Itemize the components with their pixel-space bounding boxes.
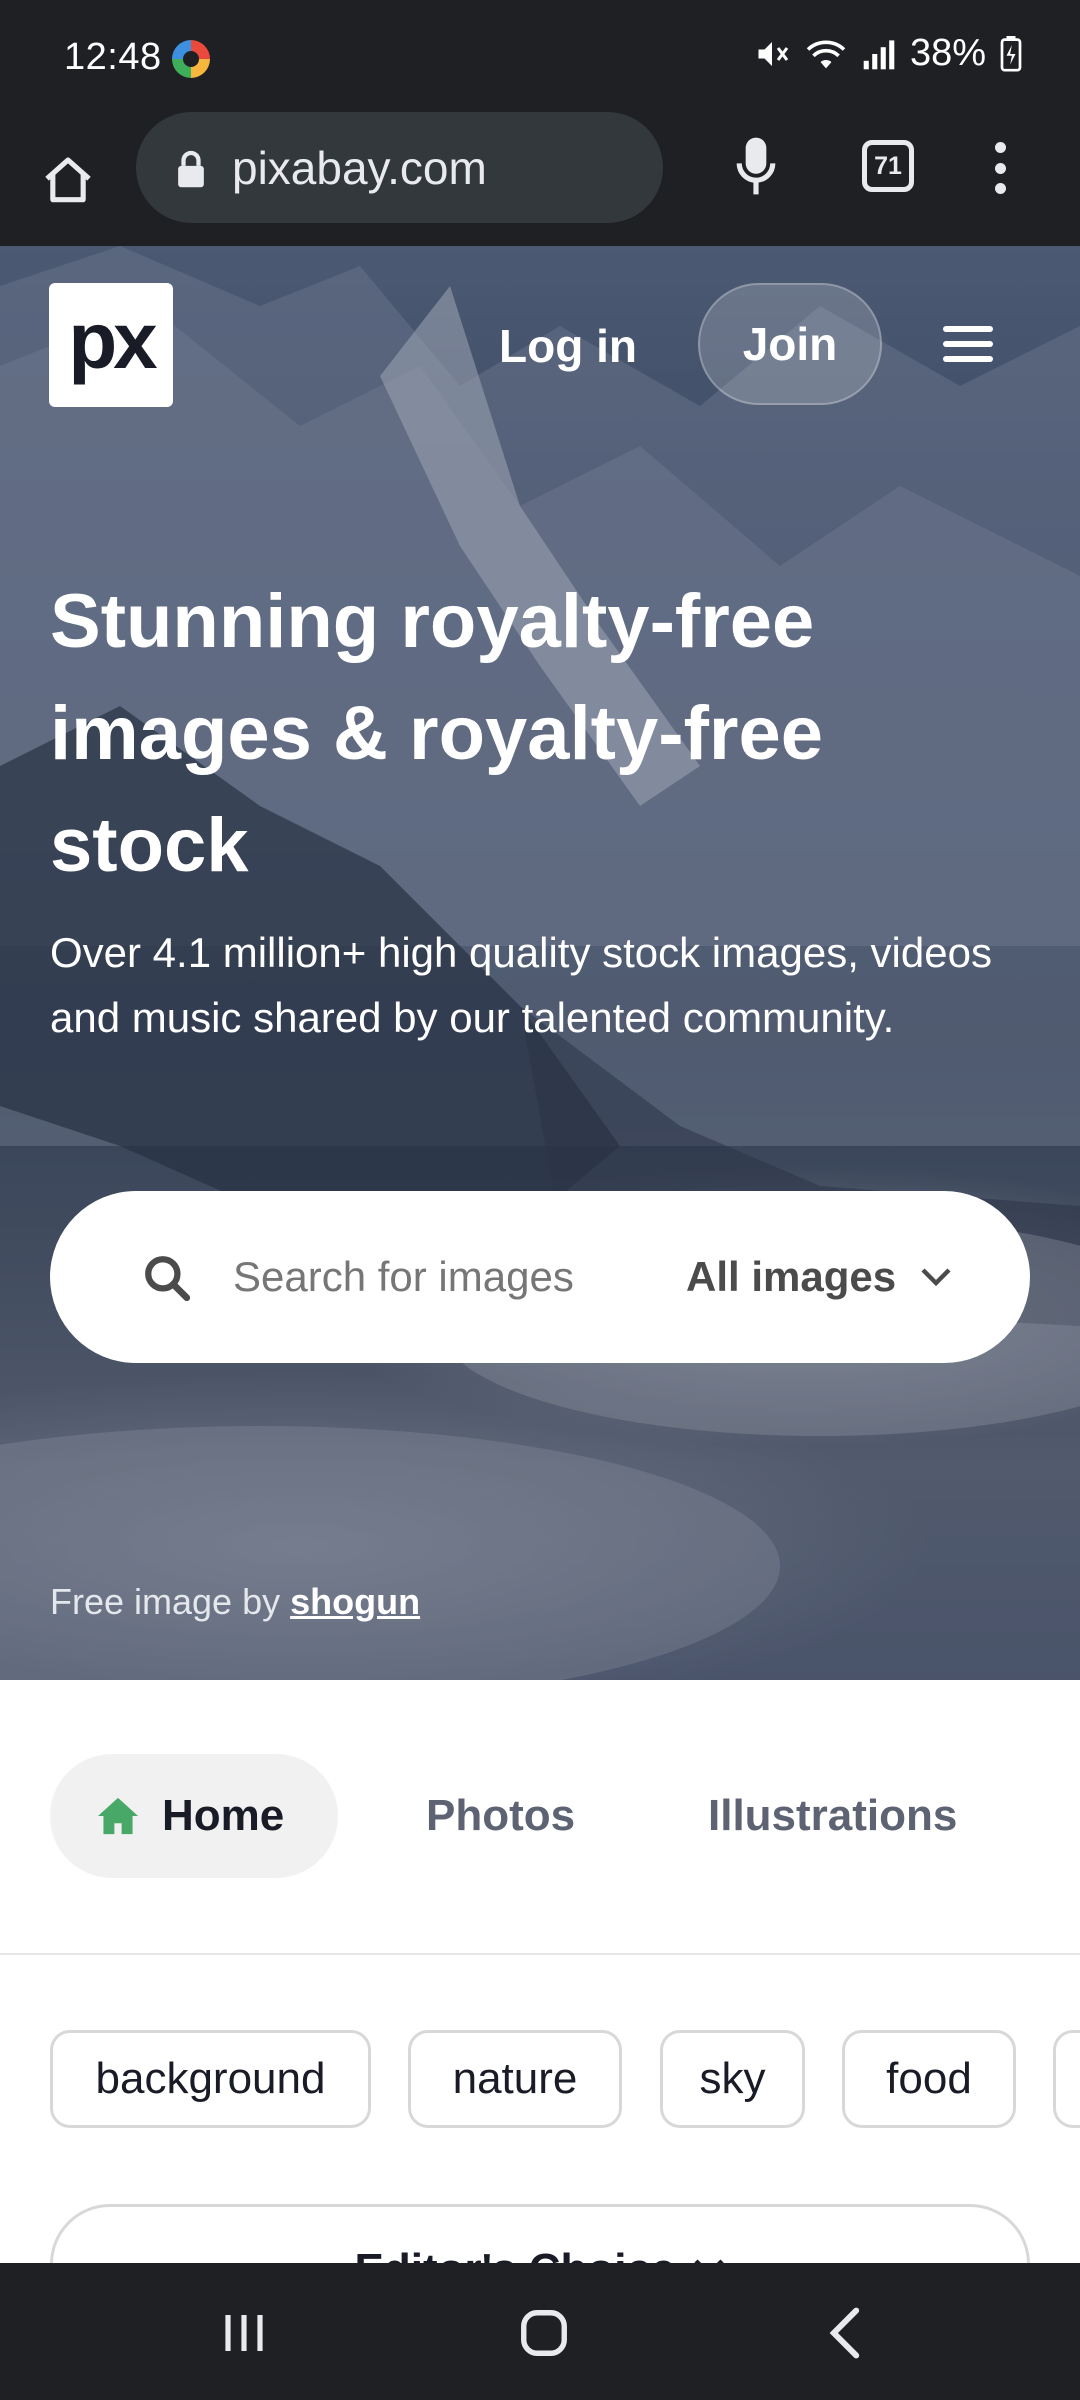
wifi-icon <box>806 40 846 68</box>
signal-icon <box>863 39 895 69</box>
status-icons: 38% <box>754 32 1022 75</box>
tab-photos-label: Photos <box>426 1791 576 1840</box>
home-circle-icon <box>521 2310 567 2356</box>
login-link[interactable]: Log in <box>499 319 637 373</box>
tag-label: food <box>886 2054 972 2103</box>
back-icon <box>829 2307 860 2359</box>
tag-label: background <box>95 2054 326 2103</box>
editors-choice-label: Editor's Choice <box>355 2245 676 2263</box>
mic-icon <box>736 137 776 195</box>
menu-icon[interactable] <box>943 326 993 362</box>
voice-search-button[interactable] <box>728 126 784 206</box>
tab-home-label: Home <box>162 1791 285 1840</box>
pixabay-logo[interactable]: px <box>49 283 173 407</box>
logo-text: px <box>68 296 157 385</box>
hero-subtitle: Over 4.1 million+ high quality stock ima… <box>50 929 992 1041</box>
app-notification-icon <box>172 40 210 78</box>
tab-illustrations[interactable]: Illustrations <box>708 1754 957 1878</box>
status-time: 12:48 <box>64 36 162 78</box>
recent-apps-icon <box>225 2315 263 2351</box>
image-credit: Free image by shogun <box>50 1581 420 1623</box>
editors-choice-dropdown[interactable]: Editor's Choice <box>50 2204 1030 2263</box>
search-bar: All images <box>50 1191 1030 1363</box>
browser-home-button[interactable] <box>36 136 100 226</box>
system-navigation-bar <box>0 2263 1080 2400</box>
hero-section: px Log in Join Stunning royalty-free ima… <box>0 246 1080 1680</box>
tag-food[interactable]: food <box>842 2030 1016 2128</box>
home-icon <box>98 1797 138 1835</box>
address-bar[interactable]: pixabay.com <box>136 112 663 223</box>
mute-icon <box>758 41 789 66</box>
tag-nature[interactable]: nature <box>408 2030 622 2128</box>
chevron-down-icon <box>921 1268 951 1287</box>
credit-author-link[interactable]: shogun <box>290 1581 420 1622</box>
credit-prefix: Free image by <box>50 1581 291 1622</box>
recent-apps-button[interactable] <box>214 2303 274 2363</box>
join-button-label: Join <box>742 318 838 370</box>
home-icon <box>45 157 91 203</box>
status-bar: 12:48 38% <box>0 0 1080 112</box>
back-button[interactable] <box>820 2303 870 2363</box>
category-tabs: Home Photos Illustrations <box>0 1680 1080 1955</box>
more-vert-icon[interactable] <box>980 136 1020 200</box>
popular-tags: background nature sky food Editor's Choi… <box>0 1957 1080 2263</box>
hero-title: Stunning royalty-free images & royalty-f… <box>50 579 823 888</box>
tag-background[interactable]: background <box>50 2030 371 2128</box>
system-home-button[interactable] <box>512 2303 576 2363</box>
lock-icon <box>178 150 204 187</box>
tabs-button[interactable]: 71 <box>862 140 914 192</box>
search-icon[interactable] <box>142 1253 192 1303</box>
tab-home[interactable]: Home <box>50 1754 338 1878</box>
search-input[interactable] <box>233 1241 653 1313</box>
join-button[interactable]: Join <box>698 283 882 405</box>
browser-toolbar: pixabay.com 71 <box>0 112 1080 246</box>
battery-percent: 38% <box>909 32 986 74</box>
tag-sky[interactable]: sky <box>660 2030 805 2128</box>
battery-icon <box>1000 35 1022 72</box>
tab-count: 71 <box>874 151 902 180</box>
tab-illustrations-label: Illustrations <box>708 1791 958 1840</box>
tab-photos[interactable]: Photos <box>426 1754 575 1878</box>
search-type-dropdown[interactable]: All images <box>686 1241 952 1313</box>
search-type-label: All images <box>686 1253 897 1300</box>
tag-label: nature <box>452 2054 578 2103</box>
url-text: pixabay.com <box>232 141 487 194</box>
tag-partial[interactable] <box>1053 2030 1080 2128</box>
tag-label: sky <box>699 2054 766 2103</box>
